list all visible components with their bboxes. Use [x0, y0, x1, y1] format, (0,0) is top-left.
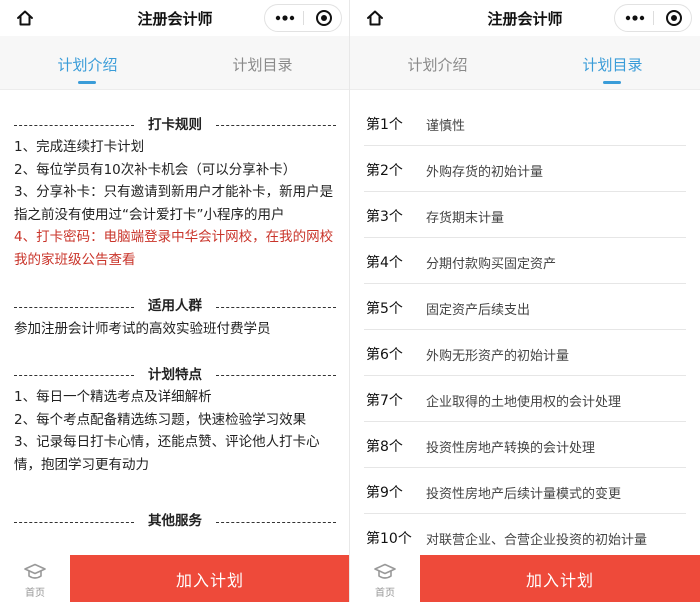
tab-active-indicator — [78, 81, 96, 84]
target-close-icon — [315, 10, 332, 26]
join-plan-button[interactable]: 加入计划 — [420, 555, 700, 602]
item-number: 第9个 — [366, 485, 403, 501]
features-body: 1、每日一个精选考点及详细解析 2、每个考点配备精选练习题，快速检验学习效果 3… — [14, 386, 336, 476]
more-dots-icon — [625, 15, 644, 21]
tab-catalog-label: 计划目录 — [232, 56, 293, 74]
catalog-item[interactable]: 第3个 存货期末计量 — [364, 192, 686, 238]
item-name: 分期付款购买固定资产 — [426, 257, 557, 272]
audience-body: 参加注册会计师考试的高效实验班付费学员 — [14, 318, 336, 341]
section-heading-rules: 打卡规则 — [14, 114, 336, 136]
home-tab[interactable]: 首页 — [0, 555, 70, 602]
item-name: 投资性房地产后续计量模式的变更 — [426, 487, 622, 502]
item-name: 存货期末计量 — [426, 211, 505, 226]
item-name: 投资性房地产转换的会计处理 — [426, 441, 596, 456]
item-name: 企业取得的土地使用权的会计处理 — [426, 395, 622, 410]
catalog-item[interactable]: 第9个 投资性房地产后续计量模式的变更 — [364, 468, 686, 514]
tab-catalog[interactable]: 计划目录 — [525, 36, 700, 90]
tab-intro[interactable]: 计划介绍 — [350, 36, 525, 90]
graduation-cap-icon — [24, 563, 46, 579]
bottom-bar: 首页 加入计划 — [0, 555, 350, 602]
catalog-item[interactable]: 第7个 企业取得的土地使用权的会计处理 — [364, 376, 686, 422]
item-name: 谨慎性 — [426, 119, 466, 134]
audience-line: 参加注册会计师考试的高效实验班付费学员 — [14, 320, 271, 337]
capsule-menu — [264, 4, 342, 32]
catalog-item[interactable]: 第1个 谨慎性 — [364, 100, 686, 146]
capsule-menu — [614, 4, 692, 32]
rule-line: 3、分享补卡：只有邀请到新用户才能补卡，新用户是指之前没有使用过“会计爱打卡”小… — [14, 184, 334, 223]
nav-header: 注册会计师 — [0, 0, 350, 36]
catalog-item[interactable]: 第10个 对联营企业、合营企业投资的初始计量 — [364, 514, 686, 560]
catalog-item[interactable]: 第2个 外购存货的初始计量 — [364, 146, 686, 192]
close-button[interactable] — [305, 5, 342, 31]
more-dots-icon — [275, 15, 294, 21]
rule-line-password: 4、打卡密码：电脑端登录中华会计网校，在我的网校我的家班级公告查看 — [14, 229, 334, 268]
section-heading-features: 计划特点 — [14, 364, 336, 386]
tab-active-indicator — [603, 81, 621, 84]
catalog-item[interactable]: 第4个 分期付款购买固定资产 — [364, 238, 686, 284]
item-number: 第10个 — [366, 531, 412, 547]
tab-bar: 计划介绍 计划目录 — [0, 36, 350, 90]
feature-line: 3、记录每日打卡心情，还能点赞、评论他人打卡心情，抱团学习更有动力 — [14, 434, 320, 473]
intro-content: 打卡规则 1、完成连续打卡计划 2、每位学员有10次补卡机会（可以分享补卡） 3… — [0, 90, 350, 533]
item-number: 第1个 — [366, 117, 403, 133]
item-number: 第8个 — [366, 439, 403, 455]
home-tab-label: 首页 — [25, 588, 45, 599]
catalog-item[interactable]: 第5个 固定资产后续支出 — [364, 284, 686, 330]
section-heading-services: 其他服务 — [14, 511, 336, 533]
item-name: 外购无形资产的初始计量 — [426, 349, 570, 364]
item-name: 外购存货的初始计量 — [426, 165, 544, 180]
capsule-divider — [303, 11, 304, 25]
item-name: 固定资产后续支出 — [426, 303, 531, 318]
rules-body: 1、完成连续打卡计划 2、每位学员有10次补卡机会（可以分享补卡） 3、分享补卡… — [14, 136, 336, 272]
tab-catalog-label: 计划目录 — [582, 56, 643, 74]
more-button[interactable] — [615, 5, 654, 31]
home-tab-label: 首页 — [375, 588, 395, 599]
item-number: 第4个 — [366, 255, 403, 271]
nav-header: 注册会计师 — [350, 0, 700, 36]
tab-catalog[interactable]: 计划目录 — [175, 36, 350, 90]
item-number: 第5个 — [366, 301, 403, 317]
section-title: 打卡规则 — [148, 116, 202, 133]
rule-line: 1、完成连续打卡计划 — [14, 139, 145, 155]
bottom-bar: 首页 加入计划 — [350, 555, 700, 602]
capsule-divider — [653, 11, 654, 25]
close-button[interactable] — [655, 5, 692, 31]
intro-screen: 注册会计师 计划介绍 计划目录 打卡规则 1、完成连续打卡计划 2、每位学员有1… — [0, 0, 350, 602]
tab-intro[interactable]: 计划介绍 — [0, 36, 175, 90]
catalog-item[interactable]: 第8个 投资性房地产转换的会计处理 — [364, 422, 686, 468]
catalog-item[interactable]: 第6个 外购无形资产的初始计量 — [364, 330, 686, 376]
graduation-cap-icon — [374, 563, 396, 579]
tab-bar: 计划介绍 计划目录 — [350, 36, 700, 90]
rule-line: 2、每位学员有10次补卡机会（可以分享补卡） — [14, 161, 297, 178]
home-tab[interactable]: 首页 — [350, 555, 420, 602]
item-name: 对联营企业、合营企业投资的初始计量 — [426, 533, 648, 548]
tab-intro-label: 计划介绍 — [407, 56, 468, 74]
more-button[interactable] — [265, 5, 304, 31]
item-number: 第6个 — [366, 347, 403, 363]
catalog-screen: 注册会计师 计划介绍 计划目录 第1个 谨慎性 第2个 外购存货的初始计量 第3… — [350, 0, 700, 602]
section-title: 其他服务 — [148, 513, 202, 530]
item-number: 第7个 — [366, 393, 403, 409]
feature-line: 2、每个考点配备精选练习题，快速检验学习效果 — [14, 411, 307, 428]
join-plan-button[interactable]: 加入计划 — [70, 555, 350, 602]
section-heading-audience: 适用人群 — [14, 296, 336, 318]
target-close-icon — [665, 10, 682, 26]
item-number: 第3个 — [366, 209, 403, 225]
section-title: 计划特点 — [148, 366, 202, 383]
section-title: 适用人群 — [148, 298, 202, 315]
item-number: 第2个 — [366, 163, 403, 179]
tab-intro-label: 计划介绍 — [57, 56, 118, 74]
feature-line: 1、每日一个精选考点及详细解析 — [14, 389, 212, 406]
